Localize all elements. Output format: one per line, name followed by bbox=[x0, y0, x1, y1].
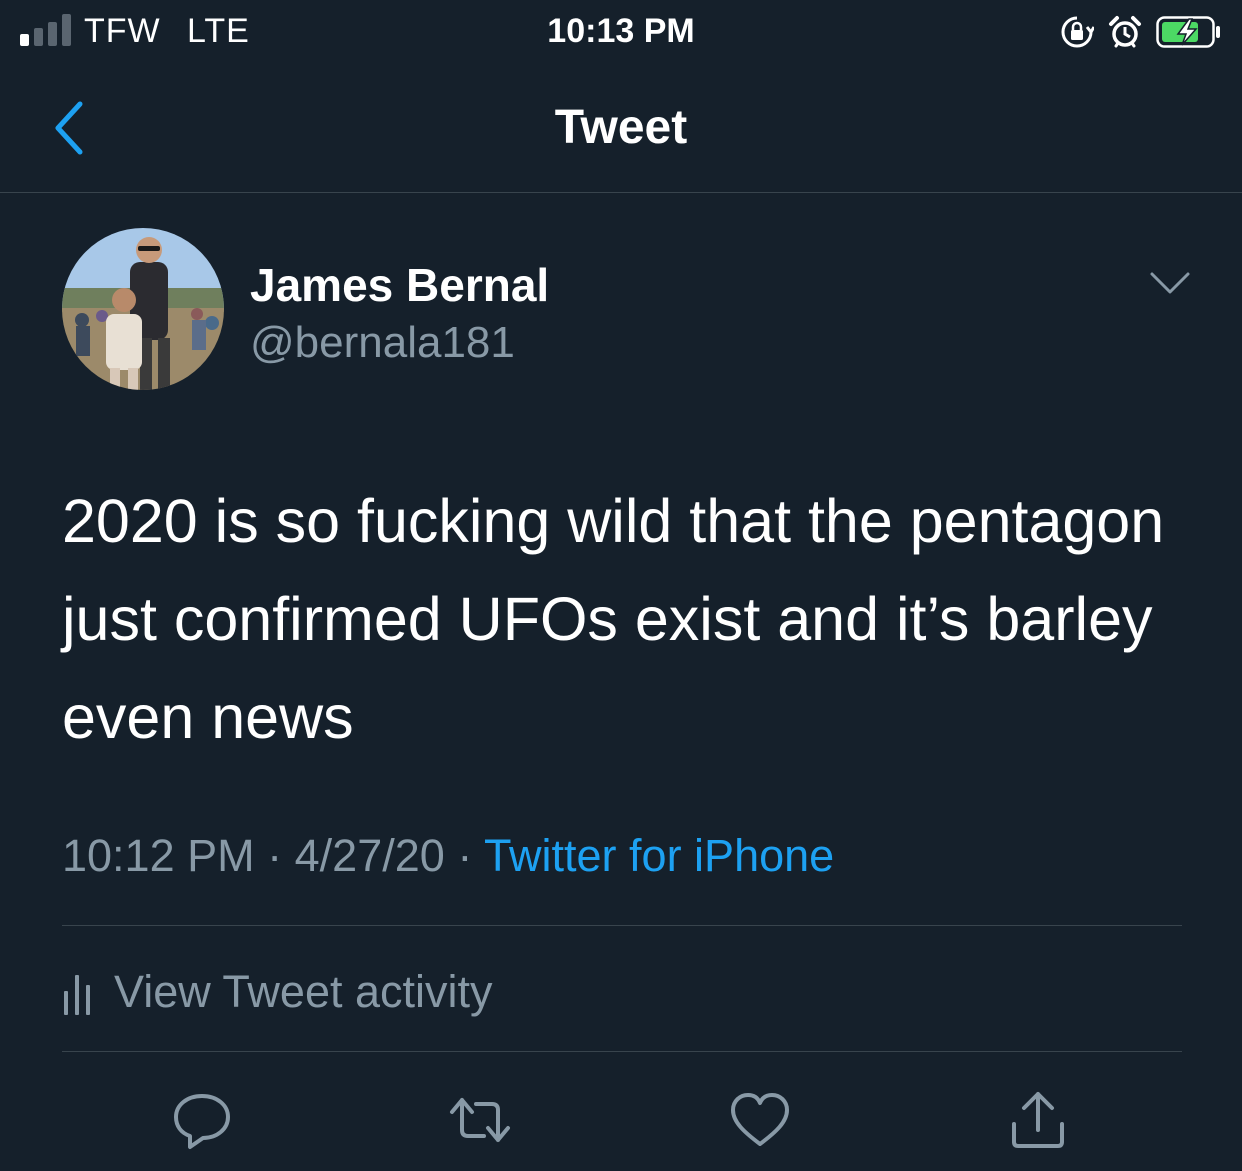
battery-icon bbox=[1156, 16, 1220, 48]
tweet-date: 4/27/20 bbox=[294, 830, 445, 881]
tweet-author: James Bernal @bernala181 bbox=[62, 228, 1192, 398]
avatar[interactable] bbox=[62, 228, 224, 390]
author-display-name[interactable]: James Bernal bbox=[250, 258, 549, 312]
status-icons bbox=[1060, 12, 1222, 52]
retweet-icon[interactable] bbox=[448, 1088, 512, 1152]
divider bbox=[62, 925, 1182, 926]
share-icon[interactable] bbox=[1006, 1088, 1070, 1152]
tweet-source-link[interactable]: Twitter for iPhone bbox=[484, 830, 834, 881]
tweet-time: 10:12 PM bbox=[62, 830, 255, 881]
tweet-text: 2020 is so fucking wild that the pentago… bbox=[62, 487, 1165, 751]
avatar-photo bbox=[62, 228, 224, 390]
author-handle[interactable]: @bernala181 bbox=[250, 318, 515, 368]
chevron-down-icon[interactable] bbox=[1148, 268, 1192, 298]
alarm-icon bbox=[1109, 16, 1141, 48]
view-tweet-activity-button[interactable]: View Tweet activity bbox=[62, 962, 493, 1022]
orientation-lock-icon bbox=[1061, 16, 1094, 48]
nav-bar: Tweet bbox=[0, 70, 1242, 193]
tweet-meta: 10:12 PM · 4/27/20 · Twitter for iPhone bbox=[62, 830, 834, 882]
bar-chart-icon bbox=[64, 975, 90, 1015]
divider bbox=[62, 1051, 1182, 1052]
status-bar: TFW LTE 10:13 PM bbox=[0, 0, 1242, 70]
reply-icon[interactable] bbox=[170, 1088, 234, 1152]
like-icon[interactable] bbox=[728, 1088, 792, 1152]
meta-separator: · bbox=[457, 830, 473, 881]
page-title: Tweet bbox=[554, 101, 688, 154]
view-tweet-activity-label: View Tweet activity bbox=[114, 966, 493, 1017]
status-time: 10:13 PM bbox=[547, 12, 695, 50]
meta-separator: · bbox=[267, 830, 283, 881]
